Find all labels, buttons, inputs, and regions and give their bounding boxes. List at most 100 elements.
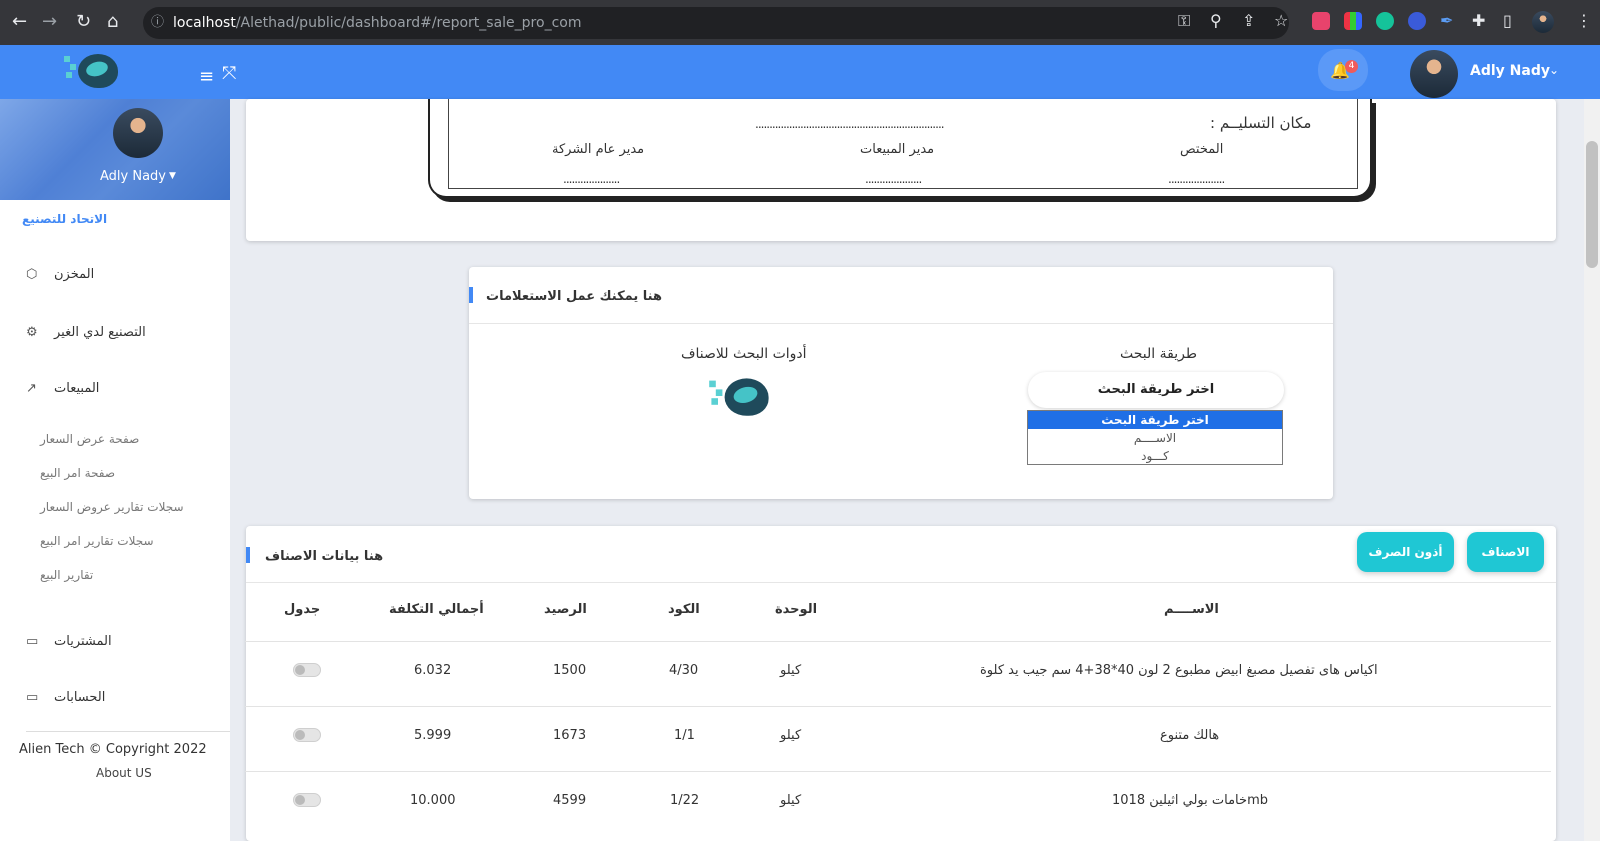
- extension-icon[interactable]: ✒: [1440, 11, 1453, 30]
- about-link[interactable]: About US: [96, 766, 152, 780]
- info-icon[interactable]: ⓘ: [151, 7, 164, 39]
- column-header: الكود: [668, 602, 700, 617]
- delivery-label: مكان التسليــم :: [1210, 114, 1312, 132]
- sidebar-subitem[interactable]: سجلات تقارير عروض السعار: [40, 500, 184, 514]
- signature-dots: ....................: [563, 172, 620, 186]
- cell-balance: 1673: [553, 728, 587, 743]
- extension-icon[interactable]: [1408, 12, 1426, 30]
- share-icon[interactable]: ⇪: [1242, 11, 1255, 30]
- menu-dots-icon[interactable]: ⋮: [1576, 11, 1592, 30]
- dropdown-option[interactable]: اختر طريقة البحث: [1028, 411, 1282, 429]
- forward-icon[interactable]: →: [42, 10, 57, 34]
- sidepanel-icon[interactable]: ▯: [1503, 11, 1512, 30]
- row-divider: [245, 641, 1551, 642]
- column-header: جدول: [284, 602, 321, 617]
- row-divider: [245, 706, 1551, 707]
- cell-code: 1/22: [670, 793, 700, 808]
- puzzle-icon[interactable]: ✚: [1472, 11, 1485, 30]
- profile-avatar[interactable]: [1532, 11, 1554, 33]
- title-marker: [469, 287, 473, 303]
- sidebar-user-name[interactable]: Adly Nady: [100, 169, 166, 184]
- sidebar-item-label: المخزن: [54, 267, 95, 282]
- cell-cost: 5.999: [414, 728, 452, 743]
- scrollbar-thumb[interactable]: [1586, 141, 1598, 268]
- dropdown-option[interactable]: الاســــم: [1028, 429, 1282, 447]
- trend-chart-icon: ↗: [26, 381, 37, 396]
- search-method-select[interactable]: اختر طريقة البحث: [1028, 372, 1284, 408]
- caret-down-icon[interactable]: ▼: [169, 171, 176, 181]
- search-method-label: طريقة البحث: [1120, 346, 1197, 362]
- dropdown-option[interactable]: كـــود: [1028, 447, 1282, 465]
- star-icon[interactable]: ☆: [1274, 11, 1288, 30]
- cell-cost: 10.000: [410, 793, 456, 808]
- cell-unit: كيلو: [780, 663, 802, 678]
- signature-dots: ....................: [1168, 172, 1225, 186]
- sidebar-subitem[interactable]: سجلات تقارير امر البيع: [40, 534, 154, 548]
- url-path: /Alethad/public/dashboard#/report_sale_p…: [235, 15, 582, 31]
- toggle-switch[interactable]: [293, 663, 321, 677]
- grammarly-icon[interactable]: [1376, 12, 1394, 30]
- extension-icon[interactable]: [1312, 12, 1330, 30]
- divider: [26, 731, 230, 732]
- sidebar-subitem[interactable]: صفحة امر البيع: [40, 466, 115, 480]
- row-divider: [245, 771, 1551, 772]
- search-tools-label: أدوات البحث للاصناف: [681, 346, 807, 362]
- cell-name: هالك متنوع: [1160, 728, 1220, 743]
- sidebar-avatar: [113, 108, 163, 158]
- address-bar[interactable]: ⓘ localhost/Alethad/public/dashboard#/re…: [143, 7, 1289, 39]
- gear-icon: ⚙: [26, 325, 38, 340]
- column-header: الاســــم: [1164, 602, 1219, 617]
- menu-toggle-icon[interactable]: ≡: [199, 66, 214, 87]
- signature-title: مدير المبيعات: [860, 142, 935, 157]
- header-user-name[interactable]: Adly Nady: [1470, 63, 1550, 79]
- home-icon[interactable]: ⌂: [107, 10, 118, 34]
- divider: [246, 582, 1556, 583]
- chevron-down-icon[interactable]: ⌄: [1549, 63, 1559, 77]
- items-button[interactable]: الاصناف: [1467, 532, 1544, 572]
- divider: [469, 323, 1333, 324]
- zoom-icon[interactable]: ⚲: [1210, 11, 1222, 30]
- sidebar-item-label: التصنيع لدي الغير: [54, 325, 146, 340]
- title-marker: [246, 547, 250, 563]
- cell-name: اكياس هاى تفصيل مصبغ ابيض مطبوع 2 لون 40…: [980, 663, 1378, 678]
- back-icon[interactable]: ←: [12, 10, 27, 34]
- box-icon: ⬡: [26, 267, 38, 282]
- copyright: Alien Tech © Copyright 2022: [19, 742, 207, 757]
- notifications-button[interactable]: 🔔 4: [1318, 49, 1368, 91]
- sidebar-item-label: المشتريات: [54, 634, 112, 649]
- search-method-dropdown: اختر طريقة البحث الاســــم كـــود: [1027, 410, 1283, 465]
- cell-code: 1/1: [674, 728, 695, 743]
- column-header: الوحدة: [775, 602, 818, 617]
- sidebar-user-panel: Adly Nady ▼: [0, 99, 230, 200]
- card-icon: ▭: [26, 690, 39, 705]
- column-header: أجمالي التكلفة: [389, 602, 484, 617]
- sidebar-subitem[interactable]: تقارير البيع: [40, 568, 93, 582]
- card-icon: ▭: [26, 634, 39, 649]
- notification-count: 4: [1345, 60, 1358, 73]
- fullscreen-icon[interactable]: ⤧: [222, 63, 236, 84]
- brand-link[interactable]: الاتحاد للتصنيع: [22, 212, 107, 226]
- signature-title: مدير عام الشركة: [552, 142, 645, 157]
- key-icon[interactable]: ⚿: [1178, 11, 1190, 31]
- reload-icon[interactable]: ↻: [76, 10, 91, 34]
- avatar[interactable]: [1410, 50, 1458, 98]
- sidebar-item-label: المبيعات: [54, 381, 100, 396]
- signature-dots: ....................: [865, 172, 922, 186]
- column-header: الرصيد: [544, 602, 587, 617]
- browser-toolbar: ← → ↻ ⌂ ⓘ localhost/Alethad/public/dashb…: [0, 0, 1600, 45]
- logo: [709, 374, 771, 418]
- items-card-title: هنا بيانات الاصناف: [265, 549, 384, 564]
- cell-name: mbخامات بولي اثيلين 1018: [1112, 793, 1268, 808]
- toggle-switch[interactable]: [293, 793, 321, 807]
- vouchers-button[interactable]: أذون الصرف: [1357, 532, 1454, 572]
- logo: [64, 50, 120, 90]
- toggle-switch[interactable]: [293, 728, 321, 742]
- url-host: localhost: [173, 15, 236, 31]
- sidebar-subitem[interactable]: صفحة عرض السعار: [40, 432, 139, 446]
- extension-icon[interactable]: [1344, 12, 1362, 30]
- query-card-title: هنا يمكنك عمل الاستعلامات: [486, 289, 662, 304]
- cell-balance: 1500: [553, 663, 587, 678]
- cell-balance: 4599: [553, 793, 587, 808]
- sidebar-item-label: الحسابات: [54, 690, 106, 705]
- cell-cost: 6.032: [414, 663, 452, 678]
